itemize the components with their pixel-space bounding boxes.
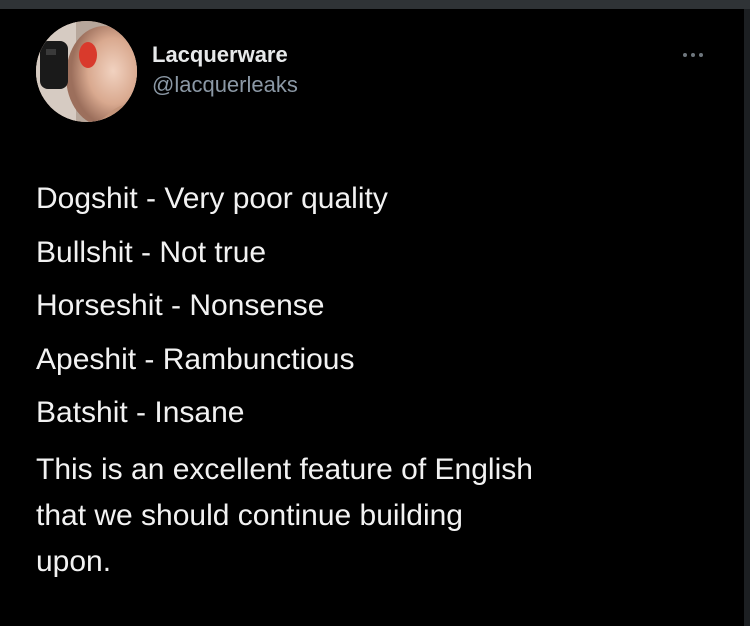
definition-line: Dogshit - Very poor quality (36, 182, 388, 215)
definition-line: Apeshit - Rambunctious (36, 342, 355, 376)
profile-photo-icon (36, 21, 137, 122)
definition-line: Batshit - Insane (36, 396, 245, 429)
definition-line: Bullshit - Not true (36, 235, 267, 269)
window-top-bar (0, 0, 750, 9)
scrollbar-edge (744, 9, 750, 626)
tweet-card: Lacquerware @lacquerleaks Dogshit - Very… (0, 9, 744, 626)
avatar[interactable] (36, 21, 137, 122)
tweet-text: Dogshit - Very poor quality Bullshit - N… (36, 172, 726, 585)
closing-line: that we should continue building (36, 498, 463, 532)
tweet-author: Lacquerware @lacquerleaks (152, 42, 298, 99)
more-options-icon (683, 53, 703, 57)
author-handle[interactable]: @lacquerleaks (152, 71, 298, 99)
closing-line: upon. (36, 544, 112, 578)
definition-line: Horseshit - Nonsense (36, 289, 325, 322)
closing-paragraph: This is an excellent feature of English … (36, 447, 726, 585)
closing-line: This is an excellent feature of English (36, 452, 533, 486)
author-display-name[interactable]: Lacquerware (152, 42, 298, 68)
more-options-button[interactable] (677, 45, 709, 65)
